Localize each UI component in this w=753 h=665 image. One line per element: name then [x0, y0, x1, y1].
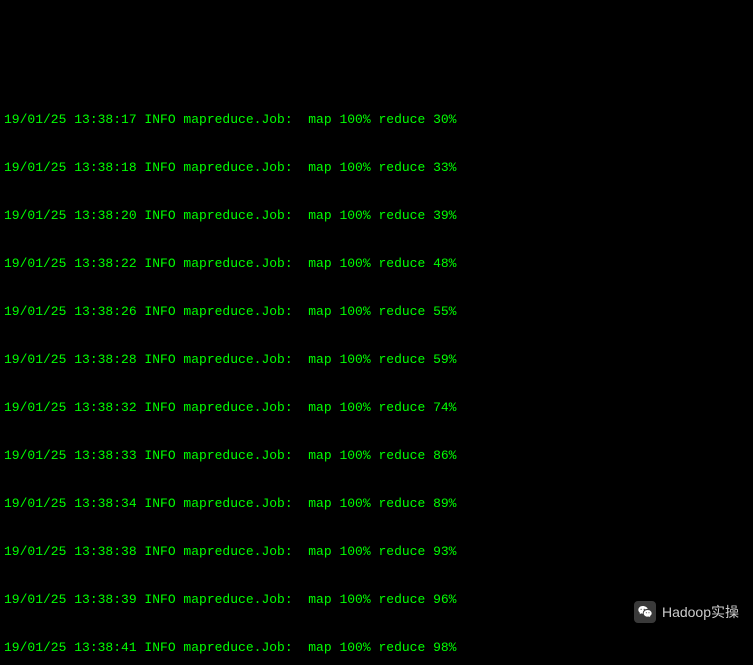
log-line: 19/01/25 13:38:22 INFO mapreduce.Job: ma…	[4, 256, 749, 272]
log-line: 19/01/25 13:38:33 INFO mapreduce.Job: ma…	[4, 448, 749, 464]
log-line: 19/01/25 13:38:32 INFO mapreduce.Job: ma…	[4, 400, 749, 416]
log-line: 19/01/25 13:38:18 INFO mapreduce.Job: ma…	[4, 160, 749, 176]
log-line: 19/01/25 13:38:38 INFO mapreduce.Job: ma…	[4, 544, 749, 560]
log-line: 19/01/25 13:38:28 INFO mapreduce.Job: ma…	[4, 352, 749, 368]
log-line: 19/01/25 13:38:41 INFO mapreduce.Job: ma…	[4, 640, 749, 656]
terminal-output: 19/01/25 13:38:17 INFO mapreduce.Job: ma…	[0, 80, 753, 665]
log-line: 19/01/25 13:38:26 INFO mapreduce.Job: ma…	[4, 304, 749, 320]
log-line: 19/01/25 13:38:17 INFO mapreduce.Job: ma…	[4, 112, 749, 128]
log-line: 19/01/25 13:38:34 INFO mapreduce.Job: ma…	[4, 496, 749, 512]
log-line: 19/01/25 13:38:39 INFO mapreduce.Job: ma…	[4, 592, 749, 608]
log-line: 19/01/25 13:38:20 INFO mapreduce.Job: ma…	[4, 208, 749, 224]
